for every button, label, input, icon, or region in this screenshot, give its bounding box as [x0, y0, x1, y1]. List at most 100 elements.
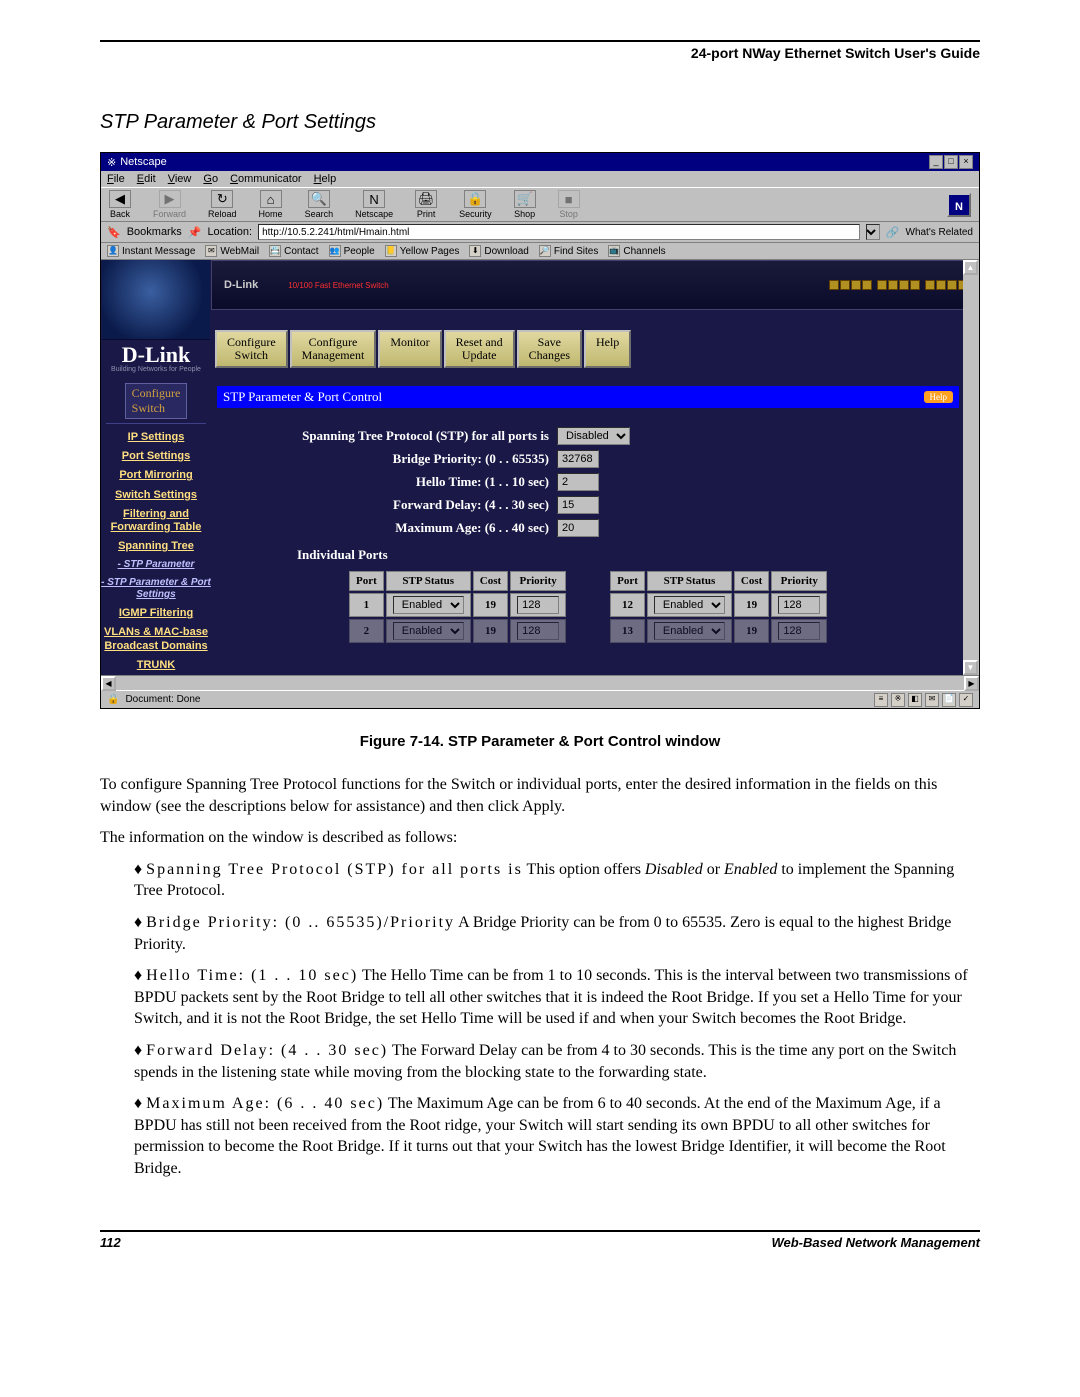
stp-label: Spanning Tree Protocol (STP) for all por…: [297, 428, 557, 444]
print-button[interactable]: 🖨Print: [415, 190, 437, 219]
section-title: STP Parameter & Port Settings: [100, 111, 980, 134]
ma-input[interactable]: [557, 519, 599, 537]
stp-select[interactable]: Disabled: [557, 427, 630, 445]
sidebar: D-Link Building Networks for People Conf…: [101, 260, 211, 675]
whats-related[interactable]: What's Related: [906, 227, 974, 238]
sidebar-port-mirror[interactable]: Port Mirroring: [119, 469, 192, 482]
sidebar-top-configure[interactable]: Configure Switch: [125, 383, 188, 419]
statusbar: 🔒 Document: Done ≡ ※ ◧ ✉ 📄 ✓: [101, 690, 979, 708]
tab-reset-update[interactable]: Reset andUpdate: [444, 330, 515, 368]
vertical-scrollbar[interactable]: ▲ ▼: [963, 260, 979, 675]
scroll-right-icon[interactable]: ▶: [964, 676, 979, 691]
menu-edit[interactable]: Edit: [137, 173, 156, 185]
fd-input[interactable]: [557, 496, 599, 514]
ht-label: Hello Time: (1 . . 10 sec): [297, 474, 557, 490]
fd-label: Forward Delay: (4 . . 30 sec): [297, 497, 557, 513]
link-download[interactable]: ⬇Download: [469, 245, 528, 257]
sidebar-port-settings[interactable]: Port Settings: [122, 450, 190, 463]
horizontal-scrollbar[interactable]: ◀ ▶: [101, 675, 979, 690]
home-icon: ⌂: [260, 190, 282, 208]
scroll-up-icon[interactable]: ▲: [963, 260, 978, 275]
contact-icon: 📇: [269, 245, 281, 257]
menu-file[interactable]: File: [107, 173, 125, 185]
link-channels[interactable]: 📺Channels: [608, 245, 665, 257]
link-instant-message[interactable]: 👤Instant Message: [107, 245, 195, 257]
dlink-tagline: Building Networks for People: [111, 366, 201, 373]
ht-input[interactable]: [557, 473, 599, 491]
individual-ports-label: Individual Ports: [297, 547, 879, 563]
reload-icon: ↻: [211, 190, 233, 208]
back-icon: ◀: [109, 190, 131, 208]
minimize-button[interactable]: _: [929, 155, 943, 169]
sidebar-filtering[interactable]: Filtering and Forwarding Table: [101, 508, 211, 534]
shop-button[interactable]: 🛒Shop: [514, 190, 536, 219]
location-drop[interactable]: [866, 224, 880, 240]
globe-image: [102, 260, 210, 340]
sidebar-igmp[interactable]: IGMP Filtering: [119, 607, 193, 620]
titlebar: ※ Netscape _ □ ×: [101, 153, 979, 171]
bullet-item: ♦ Maximum Age: (6 . . 40 sec) The Maximu…: [128, 1093, 980, 1179]
netscape-button[interactable]: NNetscape: [355, 190, 393, 219]
search-button[interactable]: 🔍Search: [305, 190, 334, 219]
scroll-left-icon[interactable]: ◀: [101, 676, 116, 691]
window-title: Netscape: [120, 156, 166, 168]
security-button[interactable]: 🔒Security: [459, 190, 492, 219]
netscape-icon: ※: [107, 156, 116, 169]
ma-label: Maximum Age: (6 . . 40 sec): [297, 520, 557, 536]
link-webmail[interactable]: ✉WebMail: [205, 245, 259, 257]
tab-configure-switch[interactable]: ConfigureSwitch: [215, 330, 288, 368]
netscape-logo-icon: N: [363, 190, 385, 208]
port-priority-input[interactable]: [778, 596, 820, 614]
status-icon: ※: [891, 693, 905, 707]
bullet-item: ♦ Bridge Priority: (0 .. 65535)/Priority…: [128, 912, 980, 955]
port-status-select[interactable]: Enabled: [654, 596, 725, 614]
tab-help[interactable]: Help: [584, 330, 631, 368]
status-icon: ◧: [908, 693, 922, 707]
forward-button[interactable]: ▶Forward: [153, 190, 186, 219]
maximize-button[interactable]: □: [944, 155, 958, 169]
link-yellow-pages[interactable]: 📒Yellow Pages: [385, 245, 460, 257]
reload-button[interactable]: ↻Reload: [208, 190, 237, 219]
channels-icon: 📺: [608, 245, 620, 257]
doc-header: 24-port NWay Ethernet Switch User's Guid…: [100, 45, 980, 61]
sidebar-spanning-tree[interactable]: Spanning Tree: [118, 540, 194, 553]
toolbar: ◀Back ▶Forward ↻Reload ⌂Home 🔍Search NNe…: [101, 187, 979, 222]
link-contact[interactable]: 📇Contact: [269, 245, 318, 257]
link-find-sites[interactable]: 🔎Find Sites: [539, 245, 598, 257]
tab-configure-management[interactable]: ConfigureManagement: [290, 330, 377, 368]
location-input[interactable]: [258, 224, 860, 240]
tab-save-changes[interactable]: SaveChanges: [517, 330, 582, 368]
tab-monitor[interactable]: Monitor: [378, 330, 441, 368]
scroll-down-icon[interactable]: ▼: [963, 660, 978, 675]
find-icon: 🔎: [539, 245, 551, 257]
link-people[interactable]: 👥People: [329, 245, 375, 257]
menu-help[interactable]: Help: [314, 173, 337, 185]
sidebar-stp-param-port[interactable]: - STP Parameter & Port Settings: [101, 577, 211, 601]
mail-icon: ✉: [205, 245, 217, 257]
bullet-item: ♦ Hello Time: (1 . . 10 sec) The Hello T…: [128, 965, 980, 1030]
back-button[interactable]: ◀Back: [109, 190, 131, 219]
close-button[interactable]: ×: [959, 155, 973, 169]
port-status-select[interactable]: Enabled: [393, 596, 464, 614]
bp-input[interactable]: [557, 450, 599, 468]
stop-button[interactable]: ■Stop: [558, 190, 580, 219]
forward-icon: ▶: [159, 190, 181, 208]
menu-communicator[interactable]: Communicator: [230, 173, 302, 185]
shop-icon: 🛒: [514, 190, 536, 208]
menu-view[interactable]: View: [168, 173, 192, 185]
sidebar-switch-settings[interactable]: Switch Settings: [115, 489, 197, 502]
bookmarks-button[interactable]: Bookmarks: [127, 226, 182, 238]
sidebar-trunk[interactable]: TRUNK: [137, 659, 176, 672]
yp-icon: 📒: [385, 245, 397, 257]
help-button[interactable]: Help: [924, 391, 954, 403]
table-row: 1 Enabled 19 12 Enabled 19: [349, 593, 827, 617]
sidebar-vlans[interactable]: VLANs & MAC-base Broadcast Domains: [101, 626, 211, 652]
sidebar-ip[interactable]: IP Settings: [128, 431, 185, 444]
home-button[interactable]: ⌂Home: [259, 190, 283, 219]
menu-go[interactable]: Go: [203, 173, 218, 185]
footer-right: Web-Based Network Management: [771, 1235, 980, 1250]
tabs: ConfigureSwitch ConfigureManagement Moni…: [215, 330, 975, 368]
port-priority-input[interactable]: [517, 596, 559, 614]
th-priority: Priority: [510, 571, 566, 591]
sidebar-stp-parameter[interactable]: - STP Parameter: [118, 559, 195, 571]
